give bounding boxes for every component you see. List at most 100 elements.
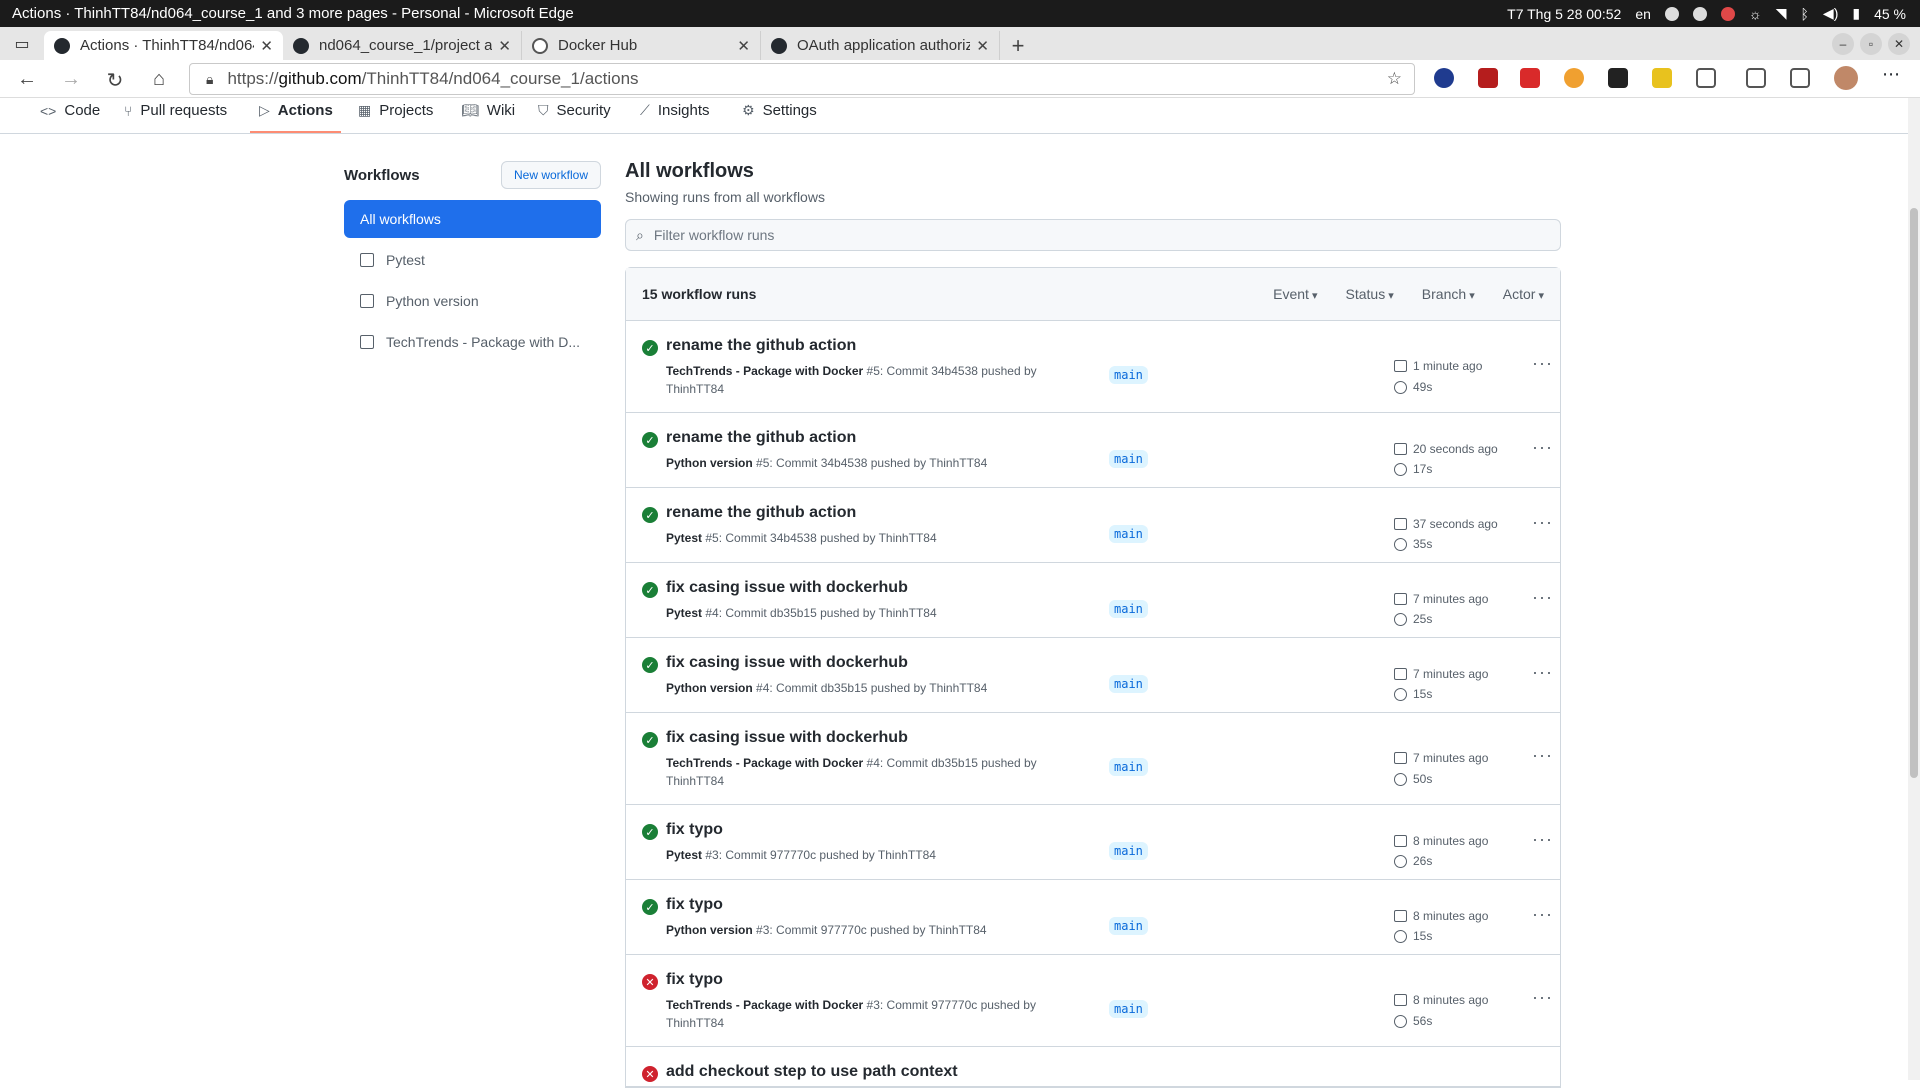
kebab-menu-icon[interactable]: ··· [1532, 437, 1553, 458]
extension-icon[interactable] [1478, 68, 1498, 88]
tab-settings[interactable]: ⚙ Settings [742, 102, 817, 119]
run-title[interactable]: fix typo [666, 896, 723, 914]
branch-badge[interactable]: main [1109, 917, 1148, 935]
run-duration: 17s [1394, 462, 1432, 476]
branch-badge[interactable]: main [1109, 842, 1148, 860]
favorites-icon[interactable] [1746, 68, 1766, 88]
tab-code[interactable]: <> Code [40, 102, 100, 119]
lock-icon[interactable]: 🔒︎ [206, 71, 213, 88]
sidebar-item-techtrends[interactable]: TechTrends - Package with D... [344, 323, 601, 361]
workflow-run-row[interactable]: ✓ rename the github action Pytest #5: Comm… [626, 488, 1560, 563]
sidebar-item-pytest[interactable]: Pytest [344, 241, 601, 279]
close-icon[interactable]: ✕ [737, 37, 750, 55]
kebab-menu-icon[interactable]: ··· [1532, 904, 1553, 925]
branch-badge[interactable]: main [1109, 600, 1148, 618]
branch-badge[interactable]: main [1109, 758, 1148, 776]
kebab-menu-icon[interactable]: ··· [1532, 829, 1553, 850]
workflow-run-row[interactable]: ✕ add checkout step to use path context [626, 1047, 1560, 1087]
run-title[interactable]: rename the github action [666, 504, 856, 522]
extension-icon[interactable] [1564, 68, 1584, 88]
tray-app-icon[interactable] [1664, 6, 1679, 21]
run-title[interactable]: add checkout step to use path context [666, 1063, 958, 1081]
kebab-menu-icon[interactable]: ··· [1532, 587, 1553, 608]
clock[interactable]: T7 Thg 5 28 00:52 [1507, 6, 1621, 22]
close-icon[interactable]: ✕ [976, 37, 989, 55]
close-icon[interactable]: ✕ [260, 37, 273, 55]
new-tab-button[interactable]: + [1000, 31, 1036, 60]
branch-badge[interactable]: main [1109, 1000, 1148, 1018]
tab-insights[interactable]: ⟋ Insights [640, 102, 710, 119]
run-title[interactable]: fix casing issue with dockerhub [666, 729, 908, 747]
run-title[interactable]: rename the github action [666, 429, 856, 447]
home-icon[interactable]: ⌂ [138, 68, 180, 91]
workflow-run-row[interactable]: ✓ fix typo Python version #3: Commit 97777… [626, 880, 1560, 955]
close-window-button[interactable]: ✕ [1888, 32, 1910, 55]
workflow-run-row[interactable]: ✓ rename the github action Python version … [626, 413, 1560, 488]
back-icon[interactable]: ← [6, 68, 48, 91]
battery-icon[interactable]: ▮ [1852, 5, 1860, 22]
run-title[interactable]: fix casing issue with dockerhub [666, 654, 908, 672]
address-bar[interactable]: 🔒︎ https://github.com/ThinhTT84/nd064_co… [189, 63, 1415, 95]
tab-wiki[interactable]: 📖︎ Wiki [461, 102, 515, 119]
browser-tab[interactable]: Actions · ThinhTT84/nd064_course_1 ✕ [44, 31, 283, 60]
kebab-menu-icon[interactable]: ··· [1532, 353, 1553, 374]
branch-filter-dropdown[interactable]: Branch [1422, 286, 1475, 302]
refresh-icon[interactable]: ↻ [94, 68, 136, 93]
wifi-icon[interactable]: ◥ [1776, 5, 1787, 22]
extension-icon[interactable] [1608, 68, 1628, 88]
extension-icon[interactable] [1520, 68, 1540, 88]
sidebar-item-all-workflows[interactable]: All workflows [344, 200, 601, 238]
event-filter-dropdown[interactable]: Event [1273, 286, 1317, 302]
run-title[interactable]: fix typo [666, 821, 723, 839]
extension-icon[interactable] [1434, 68, 1454, 88]
tab-pull-requests[interactable]: ⑂ Pull requests [124, 102, 227, 119]
kebab-menu-icon[interactable]: ··· [1532, 987, 1553, 1008]
lang-indicator[interactable]: en [1635, 6, 1651, 22]
run-title[interactable]: fix casing issue with dockerhub [666, 579, 908, 597]
tab-security[interactable]: ⛉ Security [538, 102, 611, 119]
kebab-menu-icon[interactable]: ··· [1532, 745, 1553, 766]
minimize-button[interactable]: – [1832, 32, 1854, 55]
extensions-puzzle-icon[interactable] [1696, 68, 1716, 88]
run-title[interactable]: rename the github action [666, 337, 856, 355]
close-icon[interactable]: ✕ [498, 37, 511, 55]
more-menu-icon[interactable]: ⋯ [1882, 64, 1902, 84]
branch-badge[interactable]: main [1109, 525, 1148, 543]
tab-projects[interactable]: ▦ Projects [358, 102, 433, 119]
workflow-run-row[interactable]: ✓ rename the github action TechTrends - Pa… [626, 321, 1560, 413]
favorite-star-icon[interactable]: ☆ [1387, 69, 1402, 89]
brightness-icon[interactable]: ☼ [1749, 6, 1762, 22]
run-title[interactable]: fix typo [666, 971, 723, 989]
bluetooth-icon[interactable]: ᛒ [1801, 6, 1809, 22]
actor-filter-dropdown[interactable]: Actor [1503, 286, 1544, 302]
tab-actions[interactable]: ▷ Actions [259, 102, 333, 119]
status-filter-dropdown[interactable]: Status [1346, 286, 1394, 302]
workflow-run-row[interactable]: ✓ fix casing issue with dockerhub Python v… [626, 638, 1560, 713]
workflow-run-row[interactable]: ✕ fix typo TechTrends - Package with Docke… [626, 955, 1560, 1047]
sidebar-item-python-version[interactable]: Python version [344, 282, 601, 320]
page-scrollbar[interactable] [1908, 98, 1920, 1080]
collections-icon[interactable] [1790, 68, 1810, 88]
scrollbar-thumb[interactable] [1910, 208, 1918, 778]
kebab-menu-icon[interactable]: ··· [1532, 662, 1553, 683]
browser-tab[interactable]: nd064_course_1/project at main ✕ [283, 31, 522, 60]
workflow-run-row[interactable]: ✓ fix casing issue with dockerhub TechTren… [626, 713, 1560, 805]
new-workflow-button[interactable]: New workflow [500, 161, 601, 189]
branch-badge[interactable]: main [1109, 366, 1148, 384]
tab-actions-menu-icon[interactable]: ▭ [0, 27, 44, 60]
filter-runs-input[interactable]: ⌕ Filter workflow runs [625, 219, 1561, 251]
tray-app-icon-2[interactable] [1692, 6, 1707, 21]
profile-avatar[interactable] [1834, 66, 1858, 90]
restore-button[interactable]: ▫ [1860, 32, 1882, 55]
forward-icon[interactable]: → [50, 68, 92, 91]
volume-icon[interactable]: ◀) [1823, 5, 1838, 22]
kebab-menu-icon[interactable]: ··· [1532, 512, 1553, 533]
browser-tab[interactable]: OAuth application authorized ✕ [761, 31, 1000, 60]
tray-record-icon[interactable] [1720, 6, 1735, 21]
branch-badge[interactable]: main [1109, 675, 1148, 693]
extension-icon[interactable] [1652, 68, 1672, 88]
branch-badge[interactable]: main [1109, 450, 1148, 468]
workflow-run-row[interactable]: ✓ fix casing issue with dockerhub Pytest #… [626, 563, 1560, 638]
workflow-run-row[interactable]: ✓ fix typo Pytest #3: Commit 977770c pushe… [626, 805, 1560, 880]
browser-tab[interactable]: Docker Hub ✕ [522, 31, 761, 60]
